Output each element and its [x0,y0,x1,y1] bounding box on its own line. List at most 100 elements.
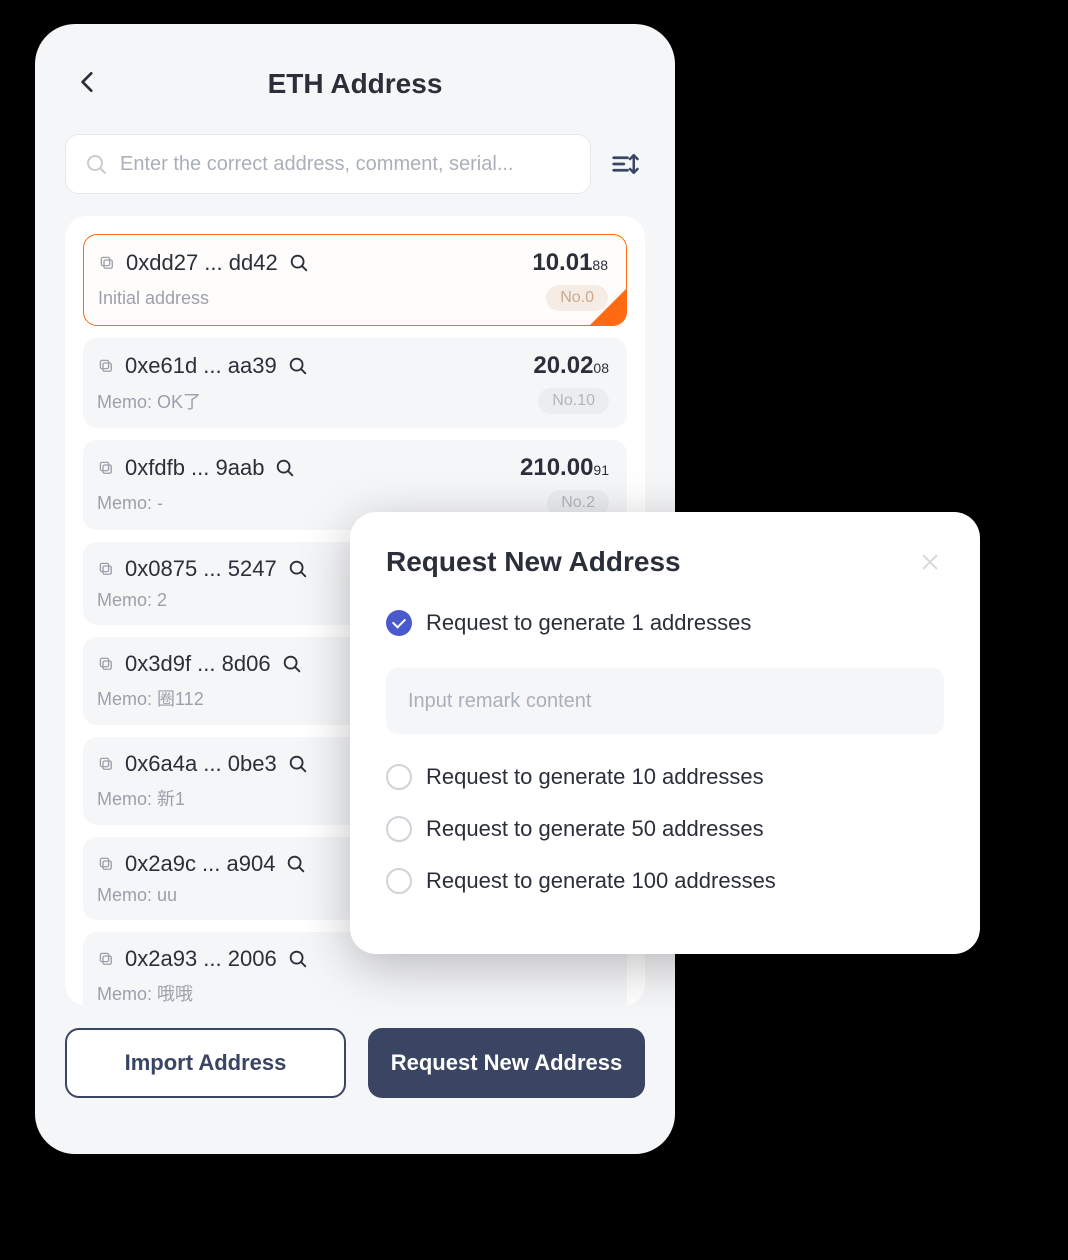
view-address-button[interactable] [288,252,310,274]
option-label: Request to generate 50 addresses [426,816,764,842]
copy-address-button[interactable] [97,755,115,773]
address-text: 0x6a4a ... 0be3 [125,751,277,777]
radio-unchecked-icon[interactable] [386,868,412,894]
copy-address-button[interactable] [97,357,115,375]
address-text: 0x2a9c ... a904 [125,851,275,877]
copy-icon [97,755,115,773]
magnify-icon [274,457,296,479]
index-badge: No.0 [546,285,608,311]
request-new-address-modal: Request New Address Request to generate … [350,512,980,954]
memo-text: Memo: uu [97,885,177,906]
copy-icon [97,357,115,375]
address-text: 0x3d9f ... 8d06 [125,651,271,677]
copy-icon [98,254,116,272]
copy-address-button[interactable] [97,655,115,673]
option-label: Request to generate 100 addresses [426,868,776,894]
memo-text: Memo: 2 [97,590,167,611]
close-icon [919,551,941,573]
generate-option[interactable]: Request to generate 10 addresses [386,764,944,790]
magnify-icon [287,558,309,580]
amount-sub: 91 [593,462,609,478]
remark-input[interactable] [386,668,944,734]
sort-icon [610,149,640,179]
modal-options: Request to generate 1 addresses Request t… [386,610,944,894]
sort-button[interactable] [605,144,645,184]
index-badge: No.10 [538,388,609,414]
modal-close-button[interactable] [916,548,944,576]
option-label: Request to generate 1 addresses [426,610,751,636]
address-row-top: 0xe61d ... aa39 20.0208 [97,352,609,380]
view-address-button[interactable] [285,853,307,875]
copy-icon [97,950,115,968]
magnify-icon [285,853,307,875]
address-left: 0x2a9c ... a904 [97,851,307,877]
radio-unchecked-icon[interactable] [386,816,412,842]
memo-text: Memo: 新1 [97,785,185,811]
address-left: 0x6a4a ... 0be3 [97,751,309,777]
address-row-top: 0xdd27 ... dd42 10.0188 [98,249,608,277]
view-address-button[interactable] [281,653,303,675]
copy-icon [97,655,115,673]
copy-icon [97,459,115,477]
back-button[interactable] [75,69,105,99]
memo-text: Initial address [98,288,209,309]
memo-text: Memo: 哦哦 [97,980,193,1006]
address-text: 0x0875 ... 5247 [125,556,277,582]
generate-option[interactable]: Request to generate 1 addresses [386,610,944,636]
amount-sub: 08 [593,360,609,376]
generate-option[interactable]: Request to generate 100 addresses [386,868,944,894]
view-address-button[interactable] [287,753,309,775]
view-address-button[interactable] [274,457,296,479]
amount: 210.0091 [520,454,609,482]
copy-icon [97,560,115,578]
copy-address-button[interactable] [97,950,115,968]
address-text: 0xdd27 ... dd42 [126,250,278,276]
address-left: 0xe61d ... aa39 [97,353,309,379]
address-left: 0x3d9f ... 8d06 [97,651,303,677]
modal-title: Request New Address [386,546,681,578]
view-address-button[interactable] [287,558,309,580]
view-address-button[interactable] [287,355,309,377]
search-box[interactable] [65,134,591,194]
radio-unchecked-icon[interactable] [386,764,412,790]
chevron-left-icon [75,69,101,95]
address-item[interactable]: 0xe61d ... aa39 20.0208 Memo: OK了 No.10 [83,338,627,428]
option-label: Request to generate 10 addresses [426,764,764,790]
address-row-bottom: Memo: OK了 No.10 [97,388,609,414]
magnify-icon [287,355,309,377]
search-input[interactable] [120,153,572,176]
footer-buttons: Import Address Request New Address [65,1028,645,1098]
page-title: ETH Address [268,68,443,100]
address-row-bottom: Initial address No.0 [98,285,608,311]
copy-address-button[interactable] [98,254,116,272]
address-left: 0x2a93 ... 2006 [97,946,309,972]
magnify-icon [287,948,309,970]
import-address-button[interactable]: Import Address [65,1028,346,1098]
address-text: 0xfdfb ... 9aab [125,455,264,481]
copy-address-button[interactable] [97,459,115,477]
memo-text: Memo: - [97,493,163,514]
address-text: 0xe61d ... aa39 [125,353,277,379]
radio-checked-icon[interactable] [386,610,412,636]
copy-icon [97,855,115,873]
amount-main: 20.02 [533,352,593,379]
copy-address-button[interactable] [97,560,115,578]
magnify-icon [288,252,310,274]
address-left: 0x0875 ... 5247 [97,556,309,582]
generate-option[interactable]: Request to generate 50 addresses [386,816,944,842]
address-left: 0xdd27 ... dd42 [98,250,310,276]
search-icon [84,152,108,176]
amount: 10.0188 [532,249,608,277]
amount-sub: 88 [592,257,608,273]
address-left: 0xfdfb ... 9aab [97,455,296,481]
view-address-button[interactable] [287,948,309,970]
copy-address-button[interactable] [97,855,115,873]
address-item[interactable]: 0xdd27 ... dd42 10.0188 Initial address No.… [83,234,627,326]
address-row-bottom: Memo: 哦哦 [97,980,609,1006]
amount: 20.0208 [533,352,609,380]
magnify-icon [281,653,303,675]
modal-header: Request New Address [386,546,944,578]
memo-text: Memo: 圈112 [97,685,204,711]
request-new-address-button[interactable]: Request New Address [368,1028,645,1098]
memo-text: Memo: OK了 [97,388,201,414]
